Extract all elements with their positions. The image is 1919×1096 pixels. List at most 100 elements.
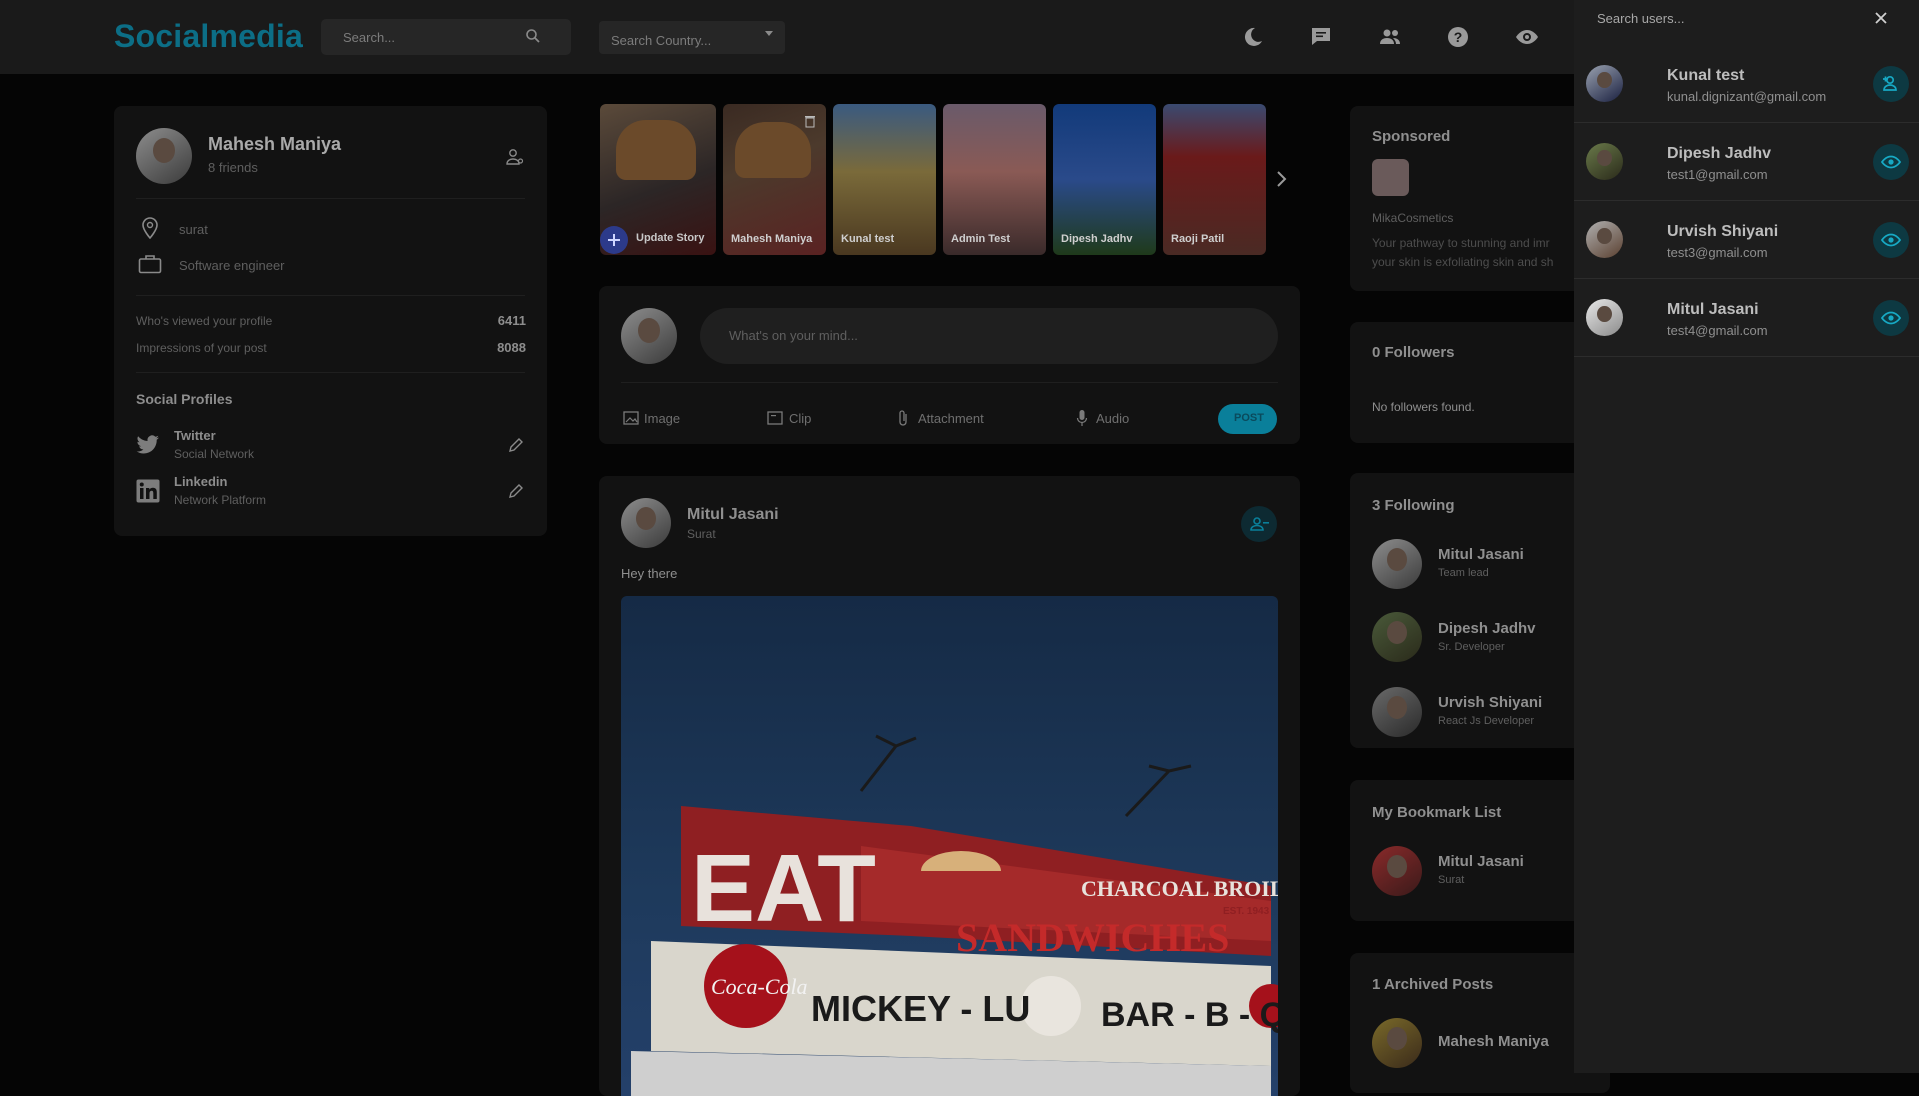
view-user-button[interactable] xyxy=(1873,300,1909,336)
image-icon[interactable] xyxy=(623,410,639,426)
add-story-button[interactable] xyxy=(600,226,628,254)
sponsored-heading: Sponsored xyxy=(1372,128,1451,145)
profile-name[interactable]: Mahesh Maniya xyxy=(208,134,341,155)
post-author-avatar[interactable] xyxy=(621,498,671,548)
bookmark-avatar[interactable] xyxy=(1372,846,1422,896)
user-result-row[interactable]: Urvish Shiyani test3@gmail.com xyxy=(1574,201,1919,279)
view-user-button[interactable] xyxy=(1873,144,1909,180)
user-result-row[interactable]: Mitul Jasani test4@gmail.com xyxy=(1574,279,1919,357)
clip-icon[interactable] xyxy=(767,410,783,426)
help-icon[interactable]: ? xyxy=(1446,25,1470,49)
user-avatar[interactable] xyxy=(1586,65,1623,102)
social-sub-twitter: Social Network xyxy=(174,447,255,461)
post-image[interactable]: EAT CHARCOAL BROILED SANDWICHES MICKEY -… xyxy=(621,596,1278,1096)
story-card[interactable]: Raoji Patil xyxy=(1163,104,1266,255)
edit-twitter-icon[interactable] xyxy=(508,437,524,453)
svg-text:?: ? xyxy=(1454,29,1463,45)
sign-text-eat: EAT xyxy=(691,835,876,942)
following-avatar[interactable] xyxy=(1372,612,1422,662)
sponsored-logo[interactable] xyxy=(1372,159,1409,196)
bookmark-card: My Bookmark List Mitul Jasani Surat xyxy=(1350,780,1610,921)
user-result-row[interactable]: Dipesh Jadhv test1@gmail.com xyxy=(1574,123,1919,201)
stat-value-impressions: 8088 xyxy=(497,340,526,355)
composer-placeholder: What's on your mind... xyxy=(729,328,858,343)
social-name-linkedin[interactable]: Linkedin xyxy=(174,474,227,489)
remove-friend-button[interactable] xyxy=(1241,506,1277,542)
trash-icon[interactable] xyxy=(804,114,816,128)
story-thumb-burger xyxy=(735,122,811,178)
bookmark-name[interactable]: Mitul Jasani xyxy=(1438,853,1524,870)
user-avatar[interactable] xyxy=(1586,299,1623,336)
archived-avatar[interactable] xyxy=(1372,1018,1422,1068)
following-avatar[interactable] xyxy=(1372,687,1422,737)
user-name[interactable]: Kunal test xyxy=(1667,67,1744,85)
profile-friends-count: 8 friends xyxy=(208,160,258,175)
composer-image-button[interactable]: Image xyxy=(644,411,680,426)
user-name[interactable]: Dipesh Jadhv xyxy=(1667,145,1771,163)
user-result-row[interactable]: Kunal test kunal.dignizant@gmail.com xyxy=(1574,45,1919,123)
following-name[interactable]: Mitul Jasani xyxy=(1438,546,1524,563)
followers-card: 0 Followers No followers found. xyxy=(1350,322,1610,443)
eye-icon[interactable] xyxy=(1515,25,1539,49)
composer-clip-button[interactable]: Clip xyxy=(789,411,811,426)
user-avatar[interactable] xyxy=(1586,221,1623,258)
story-label: Raoji Patil xyxy=(1171,233,1225,245)
composer-audio-button[interactable]: Audio xyxy=(1096,411,1129,426)
search-icon[interactable] xyxy=(525,28,541,44)
profile-location: surat xyxy=(179,222,208,237)
sign-text-sandwiches: SANDWICHES xyxy=(956,915,1229,960)
story-card[interactable]: Kunal test xyxy=(833,104,936,255)
post-author-name[interactable]: Mitul Jasani xyxy=(687,506,779,524)
manage-friends-icon[interactable] xyxy=(506,148,524,166)
microphone-icon[interactable] xyxy=(1076,409,1088,427)
divider xyxy=(136,372,525,373)
sponsored-brand[interactable]: MikaCosmetics xyxy=(1372,211,1453,225)
search-input[interactable]: Search... xyxy=(343,30,395,45)
chevron-right-icon[interactable] xyxy=(1275,170,1287,188)
attachment-icon[interactable] xyxy=(897,409,909,427)
story-label: Kunal test xyxy=(841,233,895,245)
archived-heading: 1 Archived Posts xyxy=(1372,976,1494,993)
update-story-label[interactable]: Update Story xyxy=(636,232,704,244)
user-name[interactable]: Mitul Jasani xyxy=(1667,301,1759,319)
user-search-input[interactable]: Search users... xyxy=(1597,11,1684,26)
story-label: Admin Test xyxy=(951,233,1011,245)
sponsored-description-line1: Your pathway to stunning and imr xyxy=(1372,236,1550,250)
following-name[interactable]: Dipesh Jadhv xyxy=(1438,620,1536,637)
people-icon[interactable] xyxy=(1378,25,1402,49)
archived-name[interactable]: Mahesh Maniya xyxy=(1438,1033,1549,1050)
post-button-label: POST xyxy=(1234,412,1264,424)
person-remove-icon xyxy=(1250,517,1269,531)
user-email: test3@gmail.com xyxy=(1667,245,1768,260)
linkedin-icon xyxy=(136,479,160,503)
add-user-button[interactable] xyxy=(1873,66,1909,102)
user-avatar[interactable] xyxy=(1586,143,1623,180)
post-composer: What's on your mind... Image Clip Attach… xyxy=(599,286,1300,444)
twitter-icon xyxy=(136,435,159,454)
close-icon[interactable] xyxy=(1874,11,1888,25)
search-box[interactable]: Search... xyxy=(321,19,571,55)
app-logo[interactable]: Socialmedia xyxy=(114,18,303,55)
story-card[interactable]: Mahesh Maniya xyxy=(723,104,826,255)
social-name-twitter[interactable]: Twitter xyxy=(174,428,216,443)
chat-icon[interactable] xyxy=(1309,25,1333,49)
following-name[interactable]: Urvish Shiyani xyxy=(1438,694,1542,711)
following-avatar[interactable] xyxy=(1372,539,1422,589)
plus-icon xyxy=(608,234,620,246)
composer-attachment-button[interactable]: Attachment xyxy=(918,411,984,426)
social-sub-linkedin: Network Platform xyxy=(174,493,267,507)
moon-icon[interactable] xyxy=(1241,25,1265,49)
country-select[interactable]: Search Country... xyxy=(599,21,785,54)
user-name[interactable]: Urvish Shiyani xyxy=(1667,223,1778,241)
composer-input[interactable]: What's on your mind... xyxy=(700,308,1278,364)
post-button[interactable]: POST xyxy=(1218,404,1277,434)
profile-avatar[interactable] xyxy=(136,128,192,184)
divider xyxy=(621,382,1278,383)
story-card[interactable]: Dipesh Jadhv xyxy=(1053,104,1156,255)
view-user-button[interactable] xyxy=(1873,222,1909,258)
story-card[interactable]: Admin Test xyxy=(943,104,1046,255)
edit-linkedin-icon[interactable] xyxy=(508,483,524,499)
sponsored-description-line2: your skin is exfoliating skin and sh xyxy=(1372,255,1554,269)
stat-label-impressions: Impressions of your post xyxy=(136,341,267,355)
sign-text-est: EST. 1943 xyxy=(1223,906,1270,917)
